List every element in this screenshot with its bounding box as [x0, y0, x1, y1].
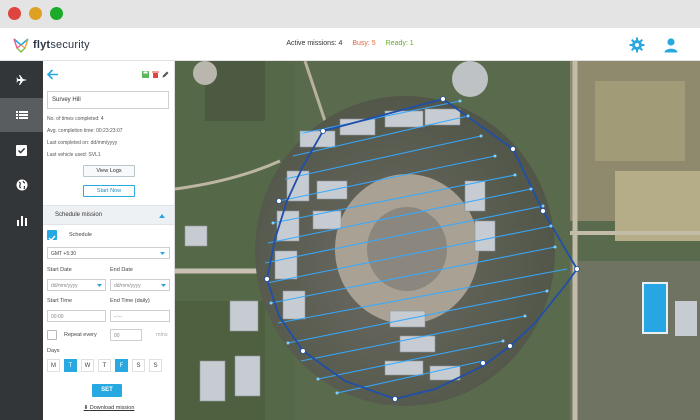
waypoint-marker[interactable]: [300, 348, 306, 354]
caret-down-icon: [97, 284, 102, 287]
end-date-value: dd/mm/yyyy: [114, 283, 141, 289]
mission-status-summary: Active missions: 4 Busy: 5 Ready: 1: [0, 40, 700, 47]
waypoint-marker[interactable]: [540, 208, 546, 214]
delete-icon[interactable]: [152, 71, 159, 78]
view-logs-button[interactable]: View Logs: [83, 165, 135, 177]
repeat-interval-input[interactable]: 00: [110, 329, 142, 341]
mission-last-vehicle: Last vehicle used: SVL1: [47, 152, 101, 158]
end-date-label: End Date: [110, 267, 133, 273]
sidebar-rail: [0, 61, 43, 420]
mission-last-completed: Last completed on: dd/mm/yyyy: [47, 140, 118, 146]
download-mission-label: Download mission: [89, 405, 135, 411]
start-date-label: Start Date: [47, 267, 72, 273]
close-window-button[interactable]: [8, 7, 21, 20]
ready-count: Ready: 1: [385, 40, 414, 47]
start-now-button[interactable]: Start Now: [83, 185, 135, 197]
waypoint-marker[interactable]: [507, 343, 513, 349]
end-date-input[interactable]: dd/mm/yyyy: [110, 279, 170, 291]
busy-count: Busy: 5: [352, 40, 376, 47]
end-time-label: End Time (daily): [110, 298, 150, 304]
caret-down-icon: [160, 252, 165, 255]
chevron-up-icon: [159, 214, 165, 218]
waypoint-marker[interactable]: [480, 360, 486, 366]
minimize-window-button[interactable]: [29, 7, 42, 20]
day-saturday[interactable]: S: [132, 359, 145, 372]
panel-header: [43, 61, 174, 88]
mission-name-field[interactable]: Survey Hill: [47, 91, 169, 109]
day-wednesday[interactable]: W: [81, 359, 94, 372]
app-header: flytsecurity Active missions: 4 Busy: 5 …: [0, 28, 700, 61]
globe-icon: [16, 179, 27, 191]
list-icon: [15, 111, 28, 119]
edit-icon[interactable]: [162, 71, 169, 78]
waypoint-marker[interactable]: [440, 96, 446, 102]
rail-item-analytics[interactable]: [0, 203, 43, 237]
mission-panel: Survey Hill No. of times completed: 4 Av…: [43, 61, 175, 420]
bar-chart-icon: [16, 216, 27, 226]
day-sunday[interactable]: S: [149, 359, 162, 372]
active-missions-count: Active missions: 4: [286, 40, 343, 47]
satellite-map[interactable]: [175, 61, 700, 420]
waypoint-marker[interactable]: [276, 198, 282, 204]
days-label: Days: [47, 348, 60, 354]
checkbox-icon: [16, 144, 27, 156]
rail-item-globe[interactable]: [0, 168, 43, 202]
day-monday[interactable]: M: [47, 359, 60, 372]
days-selector: M T W T F S S: [47, 359, 162, 372]
maximize-window-button[interactable]: [50, 7, 63, 20]
waypoint-marker[interactable]: [264, 276, 270, 282]
end-time-input[interactable]: --:--: [110, 310, 170, 322]
mission-times-completed: No. of times completed: 4: [47, 116, 104, 122]
start-date-input[interactable]: dd/mm/yyyy: [47, 279, 106, 291]
waypoint-marker[interactable]: [510, 146, 516, 152]
repeat-every-label: Repeat every: [64, 332, 97, 338]
check-icon: [48, 235, 56, 242]
window-titlebar: [0, 0, 700, 28]
profile-button[interactable]: [662, 36, 680, 54]
start-time-label: Start Time: [47, 298, 73, 304]
map-canvas[interactable]: [175, 61, 700, 420]
save-icon[interactable]: [142, 71, 149, 78]
waypoint-marker[interactable]: [392, 396, 398, 402]
schedule-checkbox-label: Schedule: [69, 232, 92, 238]
schedule-section-label: Schedule mission: [55, 212, 103, 218]
waypoint-marker[interactable]: [320, 128, 326, 134]
back-arrow-icon[interactable]: [47, 69, 59, 80]
day-thursday[interactable]: T: [98, 359, 111, 372]
schedule-checkbox[interactable]: [47, 230, 57, 242]
rail-item-missions[interactable]: [0, 98, 43, 132]
rail-item-flights[interactable]: [0, 63, 43, 97]
plane-icon: [15, 75, 27, 85]
caret-down-icon: [161, 284, 166, 287]
schedule-mission-section[interactable]: Schedule mission: [43, 205, 174, 225]
mission-avg-completion: Avg. completion time: 00:23:23:07: [47, 128, 123, 134]
rail-item-tasks[interactable]: [0, 133, 43, 167]
repeat-checkbox[interactable]: [47, 330, 57, 340]
day-friday[interactable]: F: [115, 359, 128, 372]
set-schedule-button[interactable]: SET: [92, 384, 122, 397]
download-mission-link[interactable]: ⬇ Download mission: [43, 405, 174, 411]
gear-icon: [629, 37, 645, 53]
timezone-select[interactable]: GMT +5:30: [47, 247, 170, 259]
day-tuesday[interactable]: T: [64, 359, 77, 372]
waypoint-marker[interactable]: [574, 266, 580, 272]
download-icon: ⬇: [83, 405, 89, 411]
start-date-value: dd/mm/yyyy: [51, 283, 78, 289]
start-time-input[interactable]: 00:00: [47, 310, 106, 322]
user-icon: [664, 38, 678, 53]
repeat-unit-label: mins: [156, 332, 168, 338]
timezone-value: GMT +5:30: [51, 251, 77, 257]
settings-button[interactable]: [628, 36, 646, 54]
